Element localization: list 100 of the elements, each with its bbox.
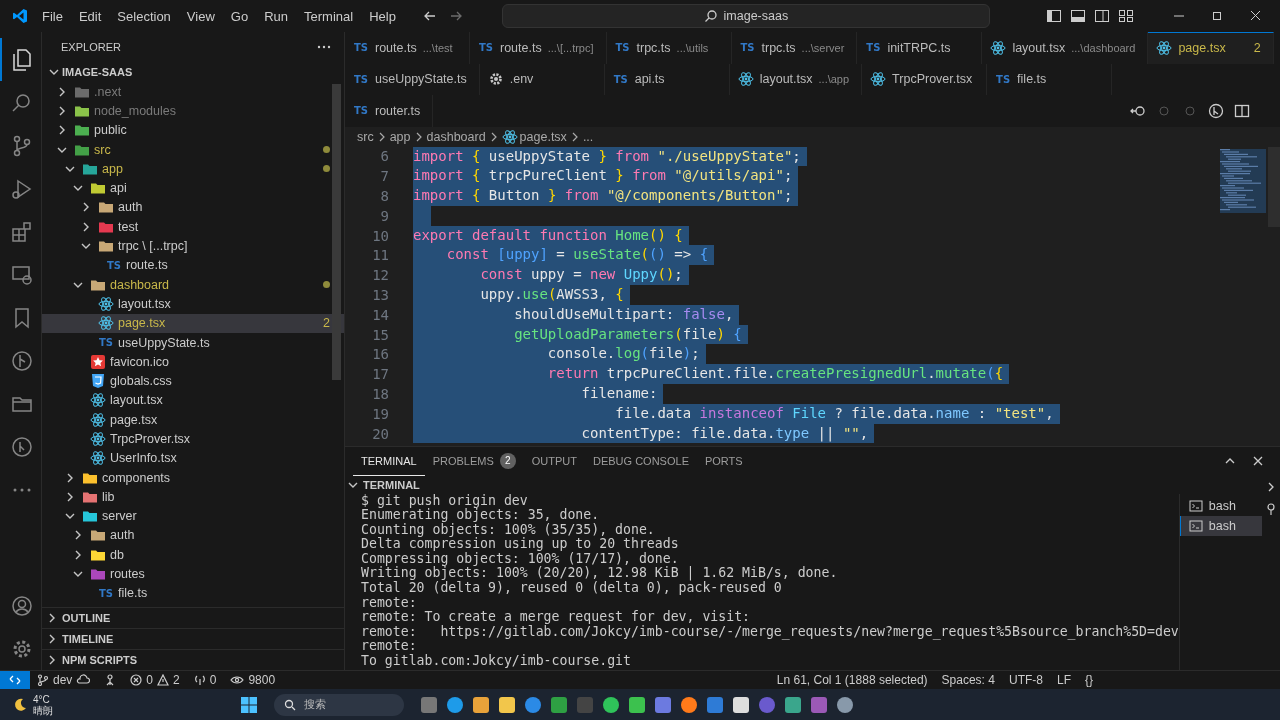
terminal-section-header[interactable]: TERMINAL	[345, 475, 1280, 494]
file-tree-item[interactable]: TS useUppyState.ts	[42, 332, 344, 353]
file-tree-item[interactable]: auth	[42, 525, 344, 546]
git-branch-icon[interactable]	[9, 434, 34, 459]
file-tree-item[interactable]: TrpcProver.tsx	[42, 429, 344, 449]
panel-tab[interactable]: DEBUG CONSOLE	[585, 446, 697, 476]
file-tree-item[interactable]: db	[42, 545, 344, 565]
status-item[interactable]: UTF-8	[1001, 671, 1050, 689]
file-tree-item[interactable]: lib	[42, 487, 344, 507]
panel-tab[interactable]: OUTPUT	[523, 446, 585, 476]
account-icon[interactable]	[9, 593, 34, 618]
toggle-panel-icon[interactable]	[1070, 8, 1086, 24]
editor-tab[interactable]: TS initTRPC.ts	[857, 32, 983, 64]
menu-item[interactable]: View	[178, 8, 223, 24]
extensions-icon[interactable]	[9, 219, 34, 244]
taskbar-search-field[interactable]: 搜索	[274, 693, 404, 716]
command-center-search[interactable]: image-saas	[501, 4, 990, 28]
start-icon[interactable]	[240, 695, 258, 714]
file-tree-item[interactable]: favicon.ico	[42, 352, 344, 372]
minimap-drawing[interactable]	[1220, 148, 1266, 213]
menu-item[interactable]: Selection	[109, 8, 179, 24]
file-tree-item[interactable]: page.tsx 2	[42, 313, 344, 333]
menu-item[interactable]: Terminal	[296, 8, 362, 24]
taskbar-app-icon[interactable]	[628, 695, 646, 714]
file-tree-item[interactable]: test	[42, 217, 344, 237]
toggle-secondary-sidebar-icon[interactable]	[1094, 8, 1110, 24]
open-changes-icon[interactable]	[1208, 102, 1224, 119]
terminal-line: Delta compression using up to 20 threads	[361, 537, 680, 552]
file-name: routes	[110, 567, 145, 582]
terminal-instance[interactable]: bash	[1179, 515, 1262, 536]
menu-item[interactable]: Edit	[70, 8, 110, 24]
file-tree-item[interactable]: trpc \ [...trpc]	[42, 236, 344, 256]
file-tree-item[interactable]: globals.css	[42, 371, 344, 391]
terminal-instance[interactable]: bash	[1179, 495, 1262, 516]
file-tree-item[interactable]: app	[42, 159, 344, 179]
panel-tab[interactable]: PROBLEMS 2	[424, 446, 524, 476]
file-tree-item[interactable]: components	[42, 467, 344, 488]
taskbar-app-icon[interactable]	[472, 695, 490, 714]
taskbar-app-icon[interactable]	[446, 695, 464, 714]
file-tree-item[interactable]: TS file.ts	[42, 583, 344, 603]
menu-item[interactable]: Help	[361, 8, 404, 24]
file-tree-item[interactable]: public	[42, 120, 344, 140]
file-name: layout.tsx	[110, 393, 163, 408]
file-tree-item[interactable]: dashboard	[42, 274, 344, 295]
taskbar-app-icon[interactable]	[680, 695, 698, 714]
taskbar-app-icon[interactable]	[732, 695, 750, 714]
menu-item[interactable]: Go	[222, 8, 257, 24]
workspace-root[interactable]: IMAGE-SAAS	[42, 62, 344, 82]
editor-tab[interactable]: page.tsx 2	[1148, 32, 1274, 64]
status-item[interactable]: Ln 61, Col 1 (1888 selected)	[769, 671, 935, 689]
status-item[interactable]: {}	[1078, 671, 1100, 689]
file-tree-item[interactable]: layout.tsx	[42, 294, 344, 314]
collapsed-section-header[interactable]: OUTLINE	[42, 607, 344, 628]
breadcrumb-item[interactable]: src	[357, 129, 374, 144]
editor-tab[interactable]: TS trpc.ts ...\utils	[606, 32, 732, 64]
panel-tab[interactable]: TERMINAL	[353, 446, 425, 476]
editor-tab[interactable]: TS route.ts ...\[...trpc]	[470, 32, 607, 64]
taskbar-app-icon[interactable]	[836, 695, 854, 714]
file-tree-item[interactable]: routes	[42, 564, 344, 584]
file-tree-item[interactable]: layout.tsx	[42, 390, 344, 411]
editor-tab[interactable]: TS route.ts ...\test	[345, 32, 470, 64]
file-tree-item[interactable]: server	[42, 506, 344, 526]
remote-indicator[interactable]	[0, 671, 30, 689]
taskbar-app-icon[interactable]	[550, 695, 568, 714]
breadcrumb-item[interactable]: dashboard	[426, 129, 486, 144]
taskbar-app-icon[interactable]	[784, 695, 802, 714]
breadcrumb-item[interactable]: app	[389, 129, 411, 144]
file-tree-item[interactable]: api	[42, 178, 344, 198]
split-editor-icon[interactable]	[1234, 102, 1250, 119]
scrollbar-thumb[interactable]	[332, 84, 341, 380]
file-name: server	[102, 509, 137, 524]
breadcrumb-item[interactable]: ...	[582, 129, 594, 144]
file-tree-item[interactable]: src	[42, 139, 344, 160]
branch-status[interactable]: dev	[30, 671, 98, 689]
file-tree-item[interactable]: .next	[42, 82, 344, 102]
terminal-line: Writing objects: 100% (20/20), 12.98 KiB | 1.62 MiB/s, done.	[361, 566, 839, 582]
status-item[interactable]: Spaces: 4	[934, 671, 1002, 689]
live-server-status[interactable]: 9800	[223, 671, 283, 689]
problems-status[interactable]: 0 2	[123, 671, 187, 689]
editor-tab[interactable]: TS router.ts	[345, 95, 434, 127]
terminal-line: $ git push origin dev	[361, 493, 529, 509]
breadcrumb-item[interactable]: page.tsx	[519, 129, 567, 144]
taskbar-app-icon[interactable]	[602, 695, 620, 714]
taskbar-app-icon[interactable]	[498, 695, 516, 714]
status-item[interactable]: LF	[1049, 671, 1078, 689]
file-tree-item[interactable]: auth	[42, 197, 344, 218]
file-tree-item[interactable]: UserInfo.tsx	[42, 448, 344, 468]
menu-item[interactable]: File	[34, 8, 71, 24]
file-tree-item[interactable]: page.tsx	[42, 410, 344, 430]
collapsed-section-header[interactable]: TIMELINE	[42, 628, 344, 649]
git-graph-icon[interactable]	[9, 348, 34, 373]
panel-tab[interactable]: PORTS	[696, 446, 751, 476]
customize-layout-icon[interactable]	[1118, 8, 1134, 24]
toggle-sidebar-icon[interactable]	[1046, 8, 1062, 24]
file-tree-item[interactable]: TS route.ts	[42, 255, 344, 275]
ports-status[interactable]: 0	[186, 671, 224, 689]
react-file-icon	[90, 450, 106, 467]
editor-tab[interactable]: TS trpc.ts ...\server	[731, 32, 858, 64]
file-tree-item[interactable]: node_modules	[42, 101, 344, 121]
menu-item[interactable]: Run	[256, 8, 296, 24]
